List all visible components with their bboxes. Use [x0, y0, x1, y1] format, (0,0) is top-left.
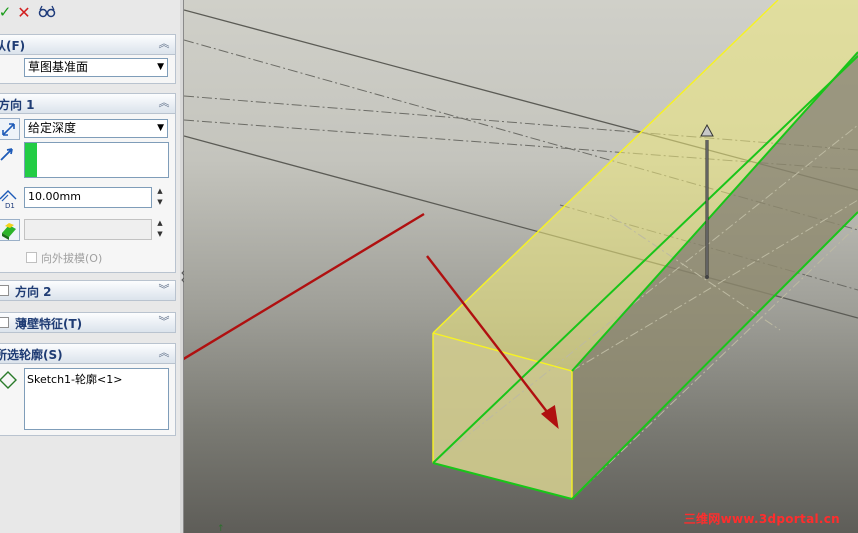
thin-feature-section: 薄壁特征(T) ︾ [0, 312, 176, 333]
dropdown-arrow-icon: ▼ [157, 123, 164, 133]
axis-indicator-icon: ↑ [217, 524, 225, 533]
direction2-title: 方向 2 [15, 285, 52, 299]
thin-feature-title: 薄壁特征(T) [15, 317, 83, 331]
chevron-up-icon[interactable]: ︽ [157, 36, 171, 52]
chevron-up-icon[interactable]: ︽ [157, 95, 171, 111]
direction2-checkbox[interactable] [0, 285, 9, 296]
check-icon[interactable]: ✓ [0, 2, 14, 22]
draft-spin-down-icon[interactable]: ▼ [154, 230, 166, 239]
depth-spin-down-icon[interactable]: ▼ [154, 198, 166, 207]
from-section: 从(F) ︽ 草图基准面 ▼ [0, 34, 176, 84]
chevron-down-icon[interactable]: ︾ [157, 282, 171, 298]
graphics-viewport[interactable]: ↑ 三维网www.3dportal.cn [184, 0, 858, 533]
selection-box-active-indicator [25, 143, 37, 177]
from-section-title: 从(F) [0, 39, 26, 53]
direction2-section: 方向 2 ︾ [0, 280, 176, 301]
direction-reference-selection-box[interactable] [24, 142, 169, 178]
direction1-header[interactable]: 方向 1 ︽ [0, 94, 175, 114]
depth-spin-up-icon[interactable]: ▲ [154, 187, 166, 196]
selected-contours-section: 所选轮廓(S) ︽ Sketch1-轮廓<1> [0, 343, 176, 436]
list-item[interactable]: Sketch1-轮廓<1> [27, 371, 122, 387]
chevron-up-icon[interactable]: ︽ [157, 345, 171, 361]
draft-on-off-icon[interactable] [0, 219, 20, 241]
thin-feature-header[interactable]: 薄壁特征(T) ︾ [0, 313, 175, 332]
from-section-header[interactable]: 从(F) ︽ [0, 35, 175, 55]
depth-input[interactable]: 10.00mm [24, 187, 152, 208]
selected-contours-list[interactable]: Sketch1-轮廓<1> [24, 368, 169, 430]
end-condition-value: 给定深度 [28, 121, 77, 135]
draft-outward-checkbox[interactable] [26, 252, 37, 263]
end-condition-select[interactable]: 给定深度 ▼ [24, 119, 168, 138]
draft-spin-up-icon[interactable]: ▲ [154, 219, 166, 228]
property-manager-toolbar: ✓ ✕ [0, 0, 180, 26]
direction2-header[interactable]: 方向 2 ︾ [0, 281, 175, 300]
chevron-down-icon[interactable]: ︾ [157, 314, 171, 330]
direction1-title: 方向 1 [0, 98, 35, 112]
direction1-section: 方向 1 ︽ 给定深度 ▼ D1 10.00mm ▲ ▼ ▲ ▼ 向外拔模(O) [0, 93, 176, 273]
start-condition-value: 草图基准面 [28, 60, 89, 74]
selected-contours-title: 所选轮廓(S) [0, 348, 63, 362]
selected-contours-header[interactable]: 所选轮廓(S) ︽ [0, 344, 175, 364]
glasses-icon[interactable] [38, 2, 56, 22]
dropdown-arrow-icon: ▼ [157, 62, 164, 72]
property-manager-panel: ✓ ✕ 从(F) ︽ 草图基准面 ▼ 方向 1 ︽ 给定深度 ▼ D1 10.0… [0, 0, 181, 533]
sketch-contour-icon [0, 370, 18, 390]
draft-angle-input[interactable] [24, 219, 152, 240]
extrude-preview-scene: ↑ [184, 0, 858, 533]
svg-text:D1: D1 [5, 202, 15, 209]
watermark: 三维网www.3dportal.cn [683, 512, 840, 526]
x-icon[interactable]: ✕ [15, 2, 33, 22]
reverse-direction-icon[interactable] [0, 118, 20, 140]
depth-value: 10.00mm [28, 190, 81, 203]
thin-feature-checkbox[interactable] [0, 317, 9, 328]
extrude-direction-icon [0, 143, 18, 163]
depth-d1-icon: D1 [0, 187, 18, 210]
start-condition-select[interactable]: 草图基准面 ▼ [24, 58, 168, 77]
draft-outward-label: 向外拔模(O) [41, 252, 103, 265]
